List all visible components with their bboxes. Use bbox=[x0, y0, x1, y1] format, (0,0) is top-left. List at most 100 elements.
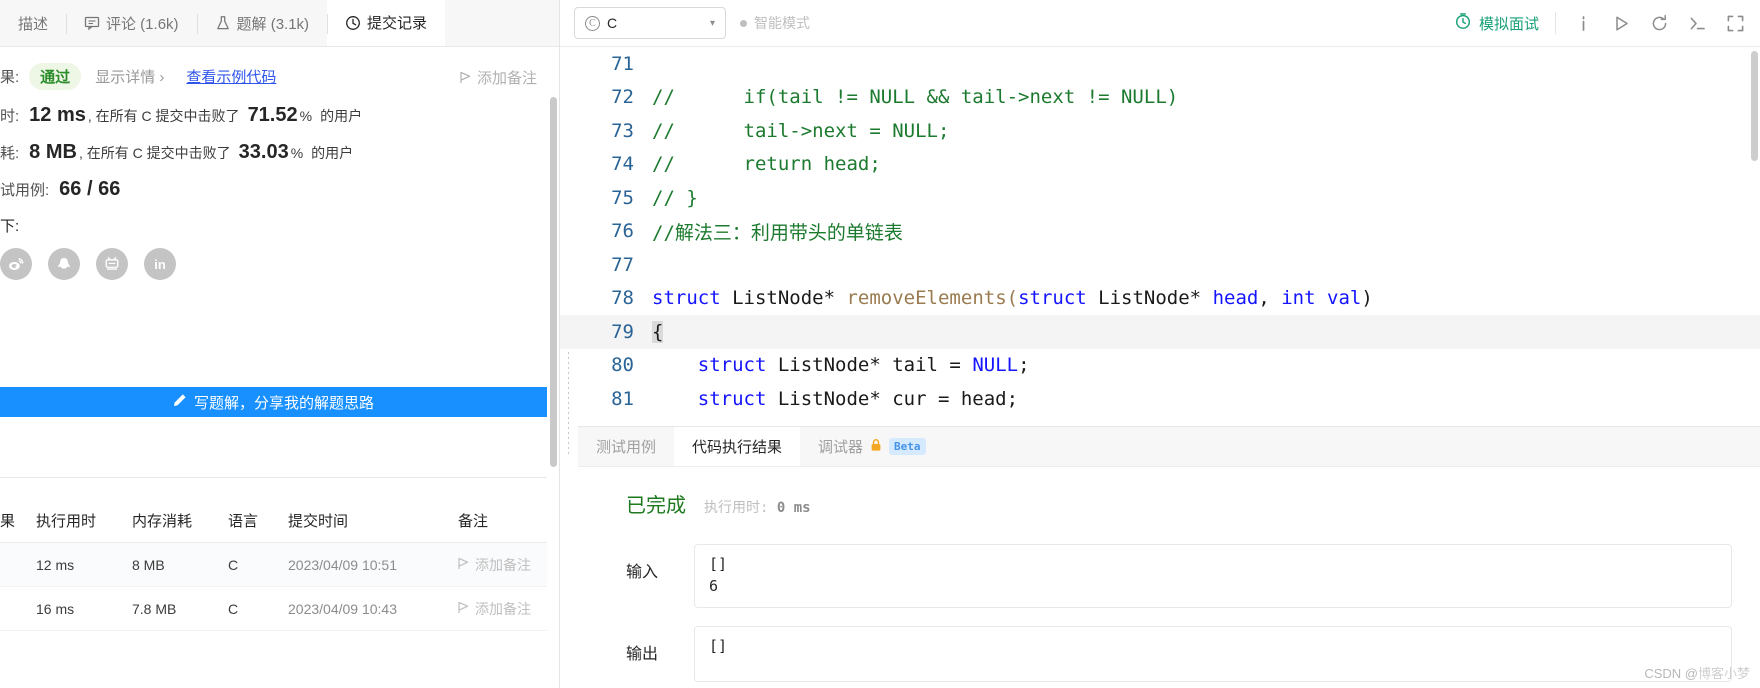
tab-solutions-label: 题解 (3.1k) bbox=[236, 15, 310, 33]
col-memory: 内存消耗 bbox=[132, 513, 193, 530]
runtime-desc-pre: , 在所有 C 提交中击败了 bbox=[87, 107, 240, 124]
memory-label: 耗: bbox=[0, 145, 20, 162]
tab-comments[interactable]: 评论 (1.6k) bbox=[66, 0, 197, 46]
runtime-label: 时: bbox=[0, 108, 20, 125]
code-lines[interactable]: 71 72 // if(tail != NULL && tail->next != … bbox=[560, 47, 1760, 416]
lock-icon bbox=[869, 438, 883, 456]
code-line[interactable]: 80 struct ListNode* tail = NULL; bbox=[560, 349, 1760, 383]
run-icon[interactable] bbox=[1610, 12, 1632, 34]
code-line[interactable]: 79 { bbox=[560, 315, 1760, 349]
sample-code-link[interactable]: 查看示例代码 bbox=[186, 66, 276, 87]
cell-submit-time: 2023/04/09 10:43 bbox=[288, 600, 397, 617]
qq-icon[interactable] bbox=[48, 248, 80, 280]
cell-language: C bbox=[228, 556, 239, 573]
right-panel: C C ▾ 智能模式 模拟面试 71 72 // if(tail != NULL… bbox=[560, 0, 1760, 688]
left-panel-scrollbar[interactable] bbox=[550, 97, 557, 467]
line-number: 79 bbox=[611, 320, 634, 343]
tab-submissions-label: 提交记录 bbox=[367, 15, 428, 32]
code-editor[interactable]: 71 72 // if(tail != NULL && tail->next != … bbox=[560, 47, 1760, 688]
table-row[interactable]: 12 ms 8 MB C 2023/04/09 10:51 添加备注 bbox=[0, 543, 547, 587]
cell-note-label: 添加备注 bbox=[475, 600, 531, 617]
code-token: val bbox=[1327, 287, 1362, 310]
linkedin-icon[interactable]: in bbox=[144, 248, 176, 280]
add-note-button[interactable]: 添加备注 bbox=[460, 67, 537, 88]
console-icon[interactable] bbox=[1686, 12, 1708, 34]
section-divider bbox=[0, 477, 547, 478]
fullscreen-icon[interactable] bbox=[1724, 12, 1746, 34]
chevron-down-icon: ▾ bbox=[709, 17, 715, 29]
code-token: // tail->next = NULL; bbox=[652, 119, 950, 142]
execution-runtime: 执行用时: 0 ms bbox=[704, 497, 811, 517]
line-number: 76 bbox=[611, 220, 634, 243]
show-detail-link[interactable]: 显示详情 › bbox=[95, 66, 164, 87]
reset-icon[interactable] bbox=[1648, 12, 1670, 34]
testcases-value: 66 / 66 bbox=[59, 178, 121, 200]
tab-debugger-label: 调试器 bbox=[818, 438, 864, 456]
tab-description-label: 描述 bbox=[18, 15, 49, 33]
tab-testcase[interactable]: 测试用例 bbox=[578, 427, 674, 466]
testcases-row: 试用例: 66 / 66 bbox=[0, 178, 559, 201]
memory-value: 8 MB bbox=[29, 141, 77, 163]
status-dot-icon bbox=[740, 19, 747, 27]
beta-badge: Beta bbox=[889, 438, 926, 455]
col-language: 语言 bbox=[228, 513, 259, 530]
code-line-text: //解法三：利用带头的单链表 bbox=[652, 218, 903, 245]
col-note: 备注 bbox=[458, 513, 489, 530]
code-line[interactable]: 72 // if(tail != NULL && tail->next != NU… bbox=[560, 81, 1760, 115]
code-line[interactable]: 76 //解法三：利用带头的单链表 bbox=[560, 215, 1760, 249]
bilibili-icon[interactable] bbox=[96, 248, 128, 280]
code-line[interactable]: 73 // tail->next = NULL; bbox=[560, 114, 1760, 148]
weibo-icon[interactable] bbox=[0, 248, 32, 280]
language-select[interactable]: C C ▾ bbox=[574, 7, 726, 39]
cell-memory: 8 MB bbox=[132, 556, 165, 573]
line-number: 75 bbox=[611, 186, 634, 209]
table-header-row: 果 执行用时 内存消耗 语言 提交时间 备注 bbox=[0, 499, 547, 543]
cell-note[interactable]: 添加备注 bbox=[458, 599, 547, 619]
line-number: 81 bbox=[611, 387, 634, 410]
memory-desc-post: 的用户 bbox=[311, 144, 354, 161]
code-token: ( bbox=[1006, 287, 1019, 310]
code-line[interactable]: 78 struct ListNode* removeElements(struct… bbox=[560, 282, 1760, 316]
code-line[interactable]: 71 bbox=[560, 47, 1760, 81]
cell-note-label: 添加备注 bbox=[475, 556, 531, 573]
code-line[interactable]: 74 // return head; bbox=[560, 148, 1760, 182]
code-token: struct bbox=[697, 354, 767, 377]
col-submit-time: 提交时间 bbox=[288, 513, 349, 530]
comment-icon bbox=[84, 15, 100, 31]
tab-result[interactable]: 代码执行结果 bbox=[674, 427, 801, 466]
code-line[interactable]: 75 // } bbox=[560, 181, 1760, 215]
line-number: 71 bbox=[611, 52, 634, 75]
flag-icon bbox=[460, 71, 471, 84]
code-token: struct bbox=[1018, 287, 1087, 310]
cell-note[interactable]: 添加备注 bbox=[458, 555, 547, 575]
tab-description[interactable]: 描述 bbox=[0, 0, 66, 46]
tab-solutions[interactable]: 题解 (3.1k) bbox=[196, 0, 328, 46]
code-line[interactable]: 81 struct ListNode* cur = head; bbox=[560, 382, 1760, 416]
smart-mode-toggle[interactable]: 智能模式 bbox=[740, 13, 810, 33]
line-number: 80 bbox=[611, 354, 634, 377]
tab-debugger[interactable]: 调试器 Beta bbox=[800, 427, 944, 466]
watermark-author: 博客小梦 bbox=[1697, 666, 1750, 681]
flag-icon bbox=[458, 601, 469, 617]
line-number: 77 bbox=[611, 253, 634, 276]
tab-submissions[interactable]: 提交记录 bbox=[327, 0, 446, 46]
code-token: removeElements bbox=[846, 287, 1007, 310]
code-line-text: { bbox=[652, 320, 664, 343]
editor-scrollbar[interactable] bbox=[1751, 51, 1758, 161]
code-line-text: struct ListNode* tail = NULL; bbox=[652, 354, 1030, 376]
write-solution-button[interactable]: 写题解，分享我的解题思路 bbox=[0, 387, 547, 417]
flag-icon bbox=[458, 557, 469, 573]
mock-interview-button[interactable]: 模拟面试 bbox=[1454, 12, 1539, 34]
cell-submit-time: 2023/04/09 10:51 bbox=[288, 556, 397, 573]
submission-detail-body: 果: 通过 显示详情 › 查看示例代码 时: 12 ms , 在所有 C 提交中… bbox=[0, 47, 559, 688]
mock-interview-label: 模拟面试 bbox=[1478, 15, 1539, 33]
toolbar-right-group: 模拟面试 bbox=[1454, 12, 1746, 34]
code-line[interactable]: 77 bbox=[560, 248, 1760, 282]
write-solution-label: 写题解，分享我的解题思路 bbox=[193, 394, 374, 412]
table-row[interactable]: 16 ms 7.8 MB C 2023/04/09 10:43 添加备注 bbox=[0, 587, 547, 631]
editor-toolbar: C C ▾ 智能模式 模拟面试 bbox=[560, 0, 1760, 47]
info-icon[interactable] bbox=[1572, 12, 1594, 34]
input-value[interactable]: [] 6 bbox=[694, 544, 1732, 608]
share-label: 下: bbox=[0, 218, 20, 235]
